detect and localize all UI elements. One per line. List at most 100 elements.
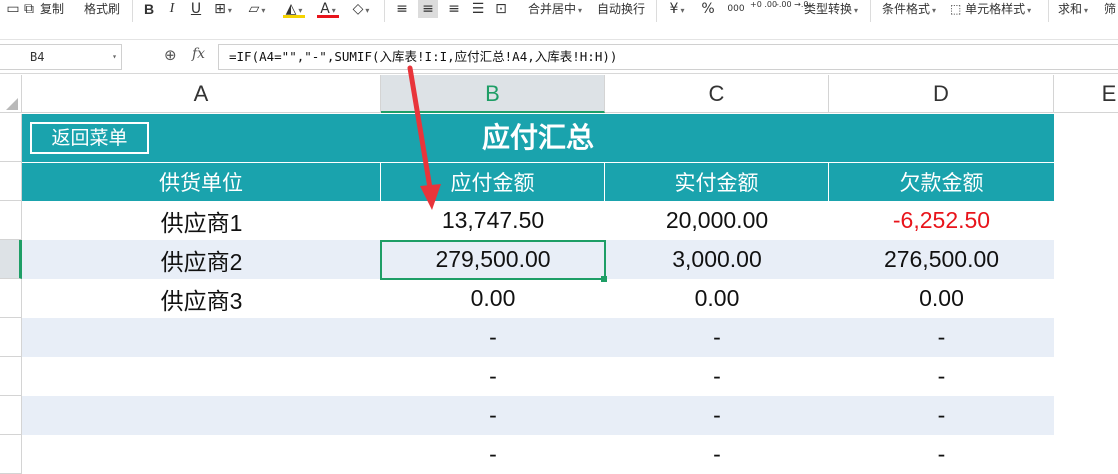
cell-owed[interactable]: - bbox=[829, 396, 1054, 435]
cell-supplier[interactable]: 供应商1 bbox=[22, 201, 381, 240]
align-right-icon[interactable]: ≡ bbox=[446, 0, 462, 18]
border-icon[interactable]: ⊞ ▾ bbox=[212, 0, 234, 18]
name-box-value: B4 bbox=[30, 50, 45, 64]
row-header-4[interactable] bbox=[0, 240, 22, 279]
font-color-label: A bbox=[320, 1, 330, 17]
justify-icon[interactable]: ☰ bbox=[470, 0, 486, 18]
cell-payable[interactable]: - bbox=[381, 318, 605, 357]
cell-payable[interactable]: - bbox=[381, 435, 605, 474]
row-header-7[interactable] bbox=[0, 357, 22, 396]
underline-button[interactable]: U bbox=[189, 0, 203, 18]
filter-button[interactable]: 筛 bbox=[1104, 0, 1116, 18]
column-header-bar: A B C D E bbox=[0, 75, 1118, 113]
cell-payable[interactable]: - bbox=[381, 396, 605, 435]
paste-icon[interactable]: ▭ bbox=[6, 0, 20, 18]
active-cell-selection[interactable] bbox=[380, 240, 606, 280]
table-row: - - - bbox=[22, 396, 1054, 435]
conditional-format-button[interactable]: 条件格式 ▾ bbox=[882, 0, 936, 18]
row-header-9[interactable] bbox=[0, 435, 22, 474]
cell-paid[interactable]: - bbox=[605, 435, 829, 474]
column-header-c[interactable]: C bbox=[605, 75, 829, 113]
header-supplier[interactable]: 供货单位 bbox=[22, 163, 381, 201]
cell-payable[interactable]: 13,747.50 bbox=[381, 201, 605, 240]
cell-owed[interactable]: -6,252.50 bbox=[829, 201, 1054, 240]
thousands-button[interactable]: 000 bbox=[726, 0, 746, 18]
wrap-text-button[interactable]: 自动换行 bbox=[597, 0, 645, 18]
merge-center-button[interactable]: 合并居中 ▾ bbox=[528, 0, 582, 18]
row-header-8[interactable] bbox=[0, 396, 22, 435]
zoom-icon[interactable]: ⊕ bbox=[164, 46, 177, 64]
cell-paid[interactable]: - bbox=[605, 357, 829, 396]
cell-owed[interactable]: 0.00 bbox=[829, 279, 1054, 318]
cell-supplier[interactable] bbox=[22, 435, 381, 474]
column-header-e[interactable]: E bbox=[1054, 75, 1118, 113]
cell-paid[interactable]: 3,000.00 bbox=[605, 240, 829, 279]
cell-style-label: 单元格样式 bbox=[965, 2, 1026, 16]
cell-payable[interactable]: - bbox=[381, 357, 605, 396]
header-paid[interactable]: 实付金额 bbox=[605, 163, 829, 201]
table-row: - - - bbox=[22, 435, 1054, 474]
fill-handle[interactable] bbox=[601, 276, 607, 282]
header-payable[interactable]: 应付金额 bbox=[381, 163, 605, 201]
bold-button[interactable]: B bbox=[142, 0, 156, 18]
column-header-d[interactable]: D bbox=[829, 75, 1054, 113]
header-owed[interactable]: 欠款金额 bbox=[829, 163, 1054, 201]
cell-paid[interactable]: - bbox=[605, 396, 829, 435]
align-center-icon[interactable]: ≡ bbox=[418, 0, 438, 18]
title-banner: 应付汇总 返回菜单 bbox=[22, 114, 1054, 162]
row-header-3[interactable] bbox=[0, 201, 22, 240]
row-header-2[interactable] bbox=[0, 162, 22, 201]
row-header-6[interactable] bbox=[0, 318, 22, 357]
increase-decimal-button[interactable]: +0 .00 bbox=[750, 0, 777, 18]
merge-center-label: 合并居中 bbox=[528, 2, 577, 16]
back-to-menu-button[interactable]: 返回菜单 bbox=[30, 122, 149, 154]
cell-supplier[interactable] bbox=[22, 357, 381, 396]
currency-label: ¥ bbox=[669, 1, 679, 17]
fx-icon[interactable]: fx bbox=[192, 46, 205, 62]
cell-paid[interactable]: 20,000.00 bbox=[605, 201, 829, 240]
table-row: - - - bbox=[22, 318, 1054, 357]
fill-style-icon[interactable]: ▱ ▾ bbox=[246, 0, 268, 18]
highlight-icon[interactable]: ◭ ▾ bbox=[283, 0, 305, 18]
distribute-icon[interactable]: ⊡ bbox=[493, 0, 509, 18]
cell-payable[interactable]: 0.00 bbox=[381, 279, 605, 318]
cell-supplier[interactable]: 供应商2 bbox=[22, 240, 381, 279]
sum-label: 求和 bbox=[1058, 2, 1083, 16]
row-header-1[interactable] bbox=[0, 114, 22, 162]
row-header-5[interactable] bbox=[0, 279, 22, 318]
cell-supplier[interactable] bbox=[22, 396, 381, 435]
sheet-title: 应付汇总 bbox=[481, 121, 594, 154]
column-header-b[interactable]: B bbox=[381, 75, 605, 113]
format-painter-button[interactable]: 格式刷 bbox=[84, 0, 120, 18]
italic-button[interactable]: I bbox=[165, 0, 179, 18]
cell-supplier[interactable] bbox=[22, 318, 381, 357]
decrease-decimal-button[interactable]: -.00 →.0 bbox=[776, 0, 809, 18]
eraser-icon[interactable]: ◇ ▾ bbox=[350, 0, 372, 18]
cell-supplier[interactable]: 供应商3 bbox=[22, 279, 381, 318]
cell-owed[interactable]: - bbox=[829, 357, 1054, 396]
select-all-corner[interactable] bbox=[0, 75, 22, 113]
font-color-button[interactable]: A ▾ bbox=[317, 0, 339, 18]
name-box[interactable]: B4 ▾ bbox=[0, 44, 122, 70]
table-row: 供应商3 0.00 0.00 0.00 bbox=[22, 279, 1054, 318]
align-left-icon[interactable]: ≡ bbox=[394, 0, 410, 18]
type-convert-label: 类型转换 bbox=[804, 2, 853, 16]
table-header-row: 供货单位 应付金额 实付金额 欠款金额 bbox=[22, 162, 1054, 201]
sum-button[interactable]: 求和 ▾ bbox=[1058, 0, 1088, 18]
cell-owed[interactable]: - bbox=[829, 435, 1054, 474]
copy-icon[interactable]: ⧉ bbox=[22, 0, 36, 18]
cell-owed[interactable]: - bbox=[829, 318, 1054, 357]
formula-input[interactable]: =IF(A4="","-",SUMIF(入库表!I:I,应付汇总!A4,入库表!… bbox=[218, 44, 1118, 70]
currency-button[interactable]: ¥ ▾ bbox=[666, 0, 688, 18]
cell-style-icon: ⬚ bbox=[950, 2, 966, 16]
conditional-format-label: 条件格式 bbox=[882, 2, 931, 16]
type-convert-button[interactable]: 类型转换 ▾ bbox=[804, 0, 858, 18]
copy-button[interactable]: 复制 bbox=[40, 0, 64, 18]
chevron-down-icon[interactable]: ▾ bbox=[112, 45, 117, 69]
cell-paid[interactable]: - bbox=[605, 318, 829, 357]
cell-owed[interactable]: 276,500.00 bbox=[829, 240, 1054, 279]
cell-paid[interactable]: 0.00 bbox=[605, 279, 829, 318]
cell-style-button[interactable]: ⬚ 单元格样式 ▾ bbox=[950, 0, 1031, 18]
percent-button[interactable]: % bbox=[700, 0, 716, 18]
column-header-a[interactable]: A bbox=[22, 75, 381, 113]
